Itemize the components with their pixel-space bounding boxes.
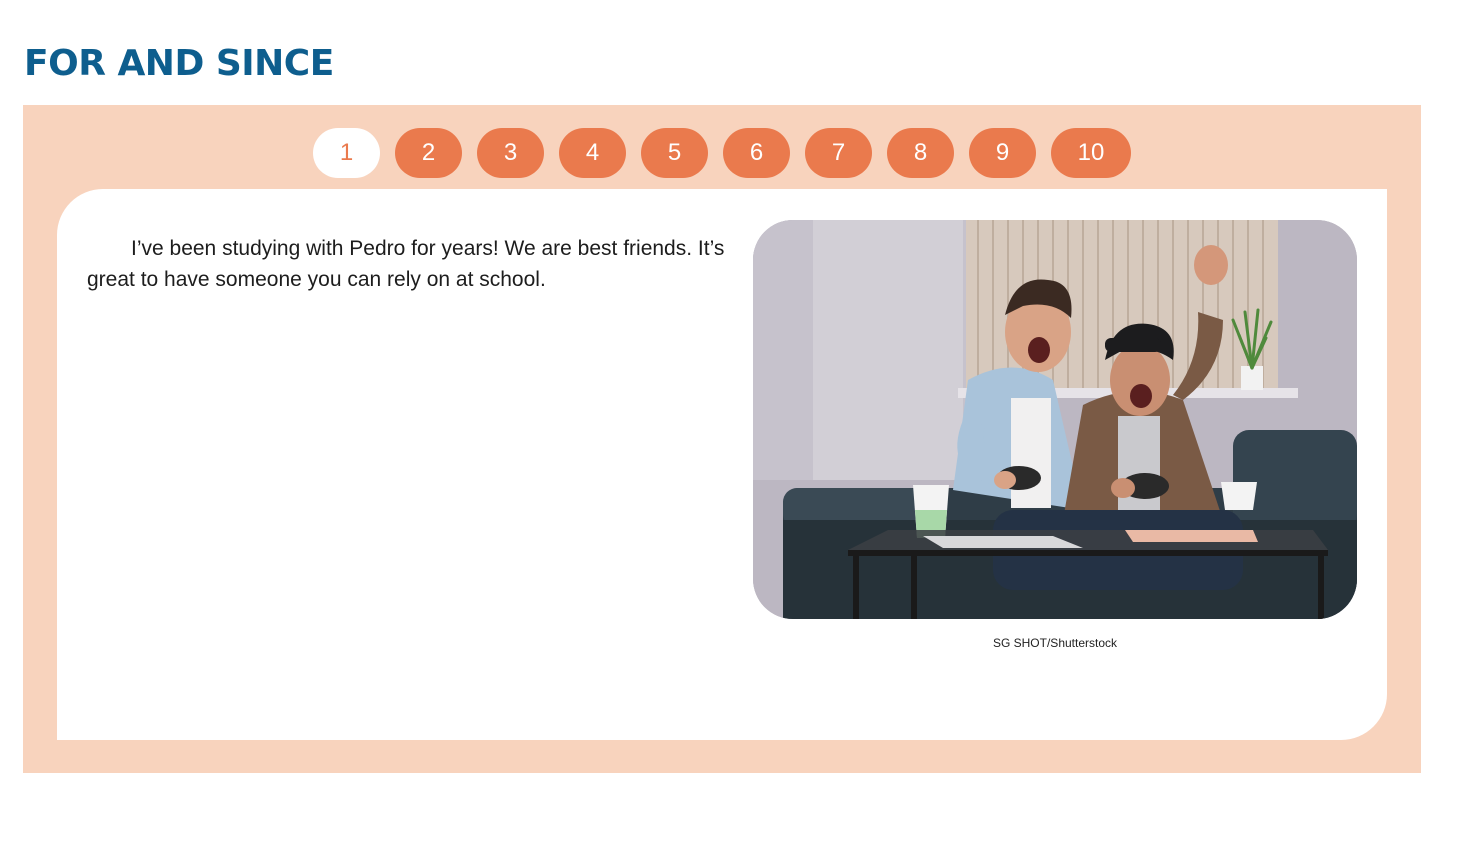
page-button-3[interactable]: 3 [477, 128, 544, 178]
page-title: FOR AND SINCE [24, 43, 334, 84]
page-button-9[interactable]: 9 [969, 128, 1036, 178]
page-button-7[interactable]: 7 [805, 128, 872, 178]
pagination: 1 2 3 4 5 6 7 8 9 10 [23, 128, 1421, 178]
page-button-2[interactable]: 2 [395, 128, 462, 178]
friends-gaming-photo [753, 220, 1357, 619]
exercise-text: I’ve been studying with Pedro for years!… [87, 237, 725, 291]
page-button-5[interactable]: 5 [641, 128, 708, 178]
page-button-4[interactable]: 4 [559, 128, 626, 178]
page-button-6[interactable]: 6 [723, 128, 790, 178]
page-button-10[interactable]: 10 [1051, 128, 1131, 178]
photo-credit: SG SHOT/Shutterstock [992, 636, 1118, 650]
content-card: I’ve been studying with Pedro for years!… [57, 189, 1387, 740]
page-button-1[interactable]: 1 [313, 128, 380, 178]
page-button-8[interactable]: 8 [887, 128, 954, 178]
exercise-panel: 1 2 3 4 5 6 7 8 9 10 I’ve been studying … [23, 105, 1421, 773]
